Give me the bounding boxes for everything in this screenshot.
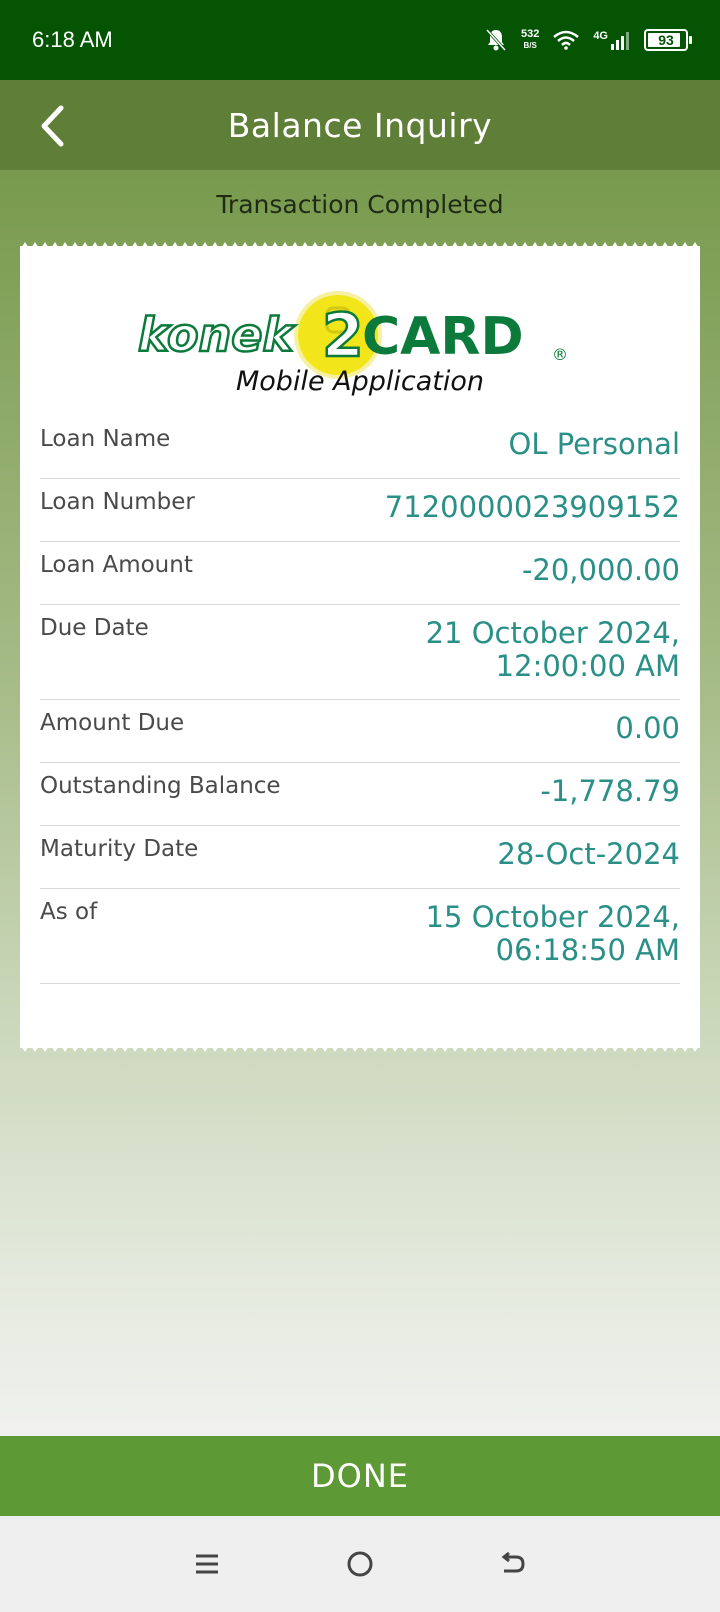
chevron-left-icon: [41, 105, 64, 147]
status-bar: 6:18 AM 532 B/S 4G 93: [0, 0, 720, 80]
row-value-line1: 21 October 2024,: [425, 616, 680, 650]
row-loan-number: Loan Number 7120000023909152: [40, 479, 680, 542]
bell-muted-icon: [485, 28, 507, 52]
signal-icon: 4G: [593, 30, 630, 50]
row-value-line2: 06:18:50 AM: [495, 933, 680, 967]
row-label: Outstanding Balance: [40, 773, 281, 799]
net-speed-value: 532: [520, 28, 540, 40]
net-speed: 532 B/S: [521, 29, 539, 51]
menu-button[interactable]: [177, 1534, 237, 1594]
row-label: Loan Number: [40, 489, 195, 515]
menu-icon: [195, 1554, 218, 1574]
transaction-status: Transaction Completed: [216, 190, 504, 219]
done-button[interactable]: DONE: [0, 1436, 720, 1516]
loan-details: Loan Name OL Personal Loan Number 712000…: [40, 416, 680, 984]
receipt: konek 2 CARD ® Mobile Application Loan N…: [20, 246, 700, 1048]
row-value: -1,778.79: [540, 774, 680, 808]
row-label: Due Date: [40, 615, 149, 641]
status-icons: 532 B/S 4G 93: [485, 28, 692, 52]
app-bar: Balance Inquiry: [0, 80, 720, 170]
row-amount-due: Amount Due 0.00: [40, 700, 680, 763]
logo-subtitle: Mobile Application: [235, 366, 484, 397]
row-value-line2: 12:00:00 AM: [495, 649, 680, 683]
row-value-line1: 15 October 2024,: [425, 900, 680, 934]
back-icon: [501, 1551, 525, 1573]
row-loan-amount: Loan Amount -20,000.00: [40, 542, 680, 605]
network-type: 4G: [593, 30, 608, 42]
battery-icon: 93: [644, 29, 692, 51]
page-title: Balance Inquiry: [227, 105, 493, 145]
system-back-button[interactable]: [483, 1534, 543, 1594]
back-button[interactable]: [28, 102, 76, 150]
row-value: 15 October 2024, 06:18:50 AM: [426, 889, 680, 967]
row-value: 28-Oct-2024: [497, 837, 680, 871]
row-label: Loan Name: [40, 426, 171, 452]
logo-registered-mark: ®: [552, 345, 568, 364]
home-icon: [347, 1551, 373, 1577]
status-time: 6:18 AM: [32, 27, 113, 52]
logo-digit: 2: [322, 301, 364, 371]
system-nav-bar: [0, 1516, 720, 1612]
row-label: Amount Due: [40, 710, 185, 736]
logo-card: CARD: [362, 307, 524, 367]
row-outstanding-balance: Outstanding Balance -1,778.79: [40, 763, 680, 826]
row-as-of: As of 15 October 2024, 06:18:50 AM: [40, 889, 680, 984]
battery-level: 93: [658, 32, 674, 48]
row-maturity-date: Maturity Date 28-Oct-2024: [40, 826, 680, 889]
net-speed-unit: B/S: [523, 41, 537, 50]
receipt-bottom-edge: [20, 1044, 700, 1052]
row-label: Loan Amount: [40, 552, 193, 578]
logo-konek: konek: [138, 308, 296, 362]
row-label: As of: [40, 899, 98, 925]
wifi-icon: [553, 30, 580, 50]
row-label: Maturity Date: [40, 836, 199, 862]
row-value: OL Personal: [508, 427, 680, 461]
row-value: 0.00: [615, 711, 680, 745]
row-value: 21 October 2024, 12:00:00 AM: [426, 605, 680, 683]
home-button[interactable]: [330, 1534, 390, 1594]
row-due-date: Due Date 21 October 2024, 12:00:00 AM: [40, 605, 680, 700]
row-value: 7120000023909152: [384, 490, 680, 524]
row-value: -20,000.00: [521, 553, 680, 587]
row-loan-name: Loan Name OL Personal: [40, 416, 680, 479]
